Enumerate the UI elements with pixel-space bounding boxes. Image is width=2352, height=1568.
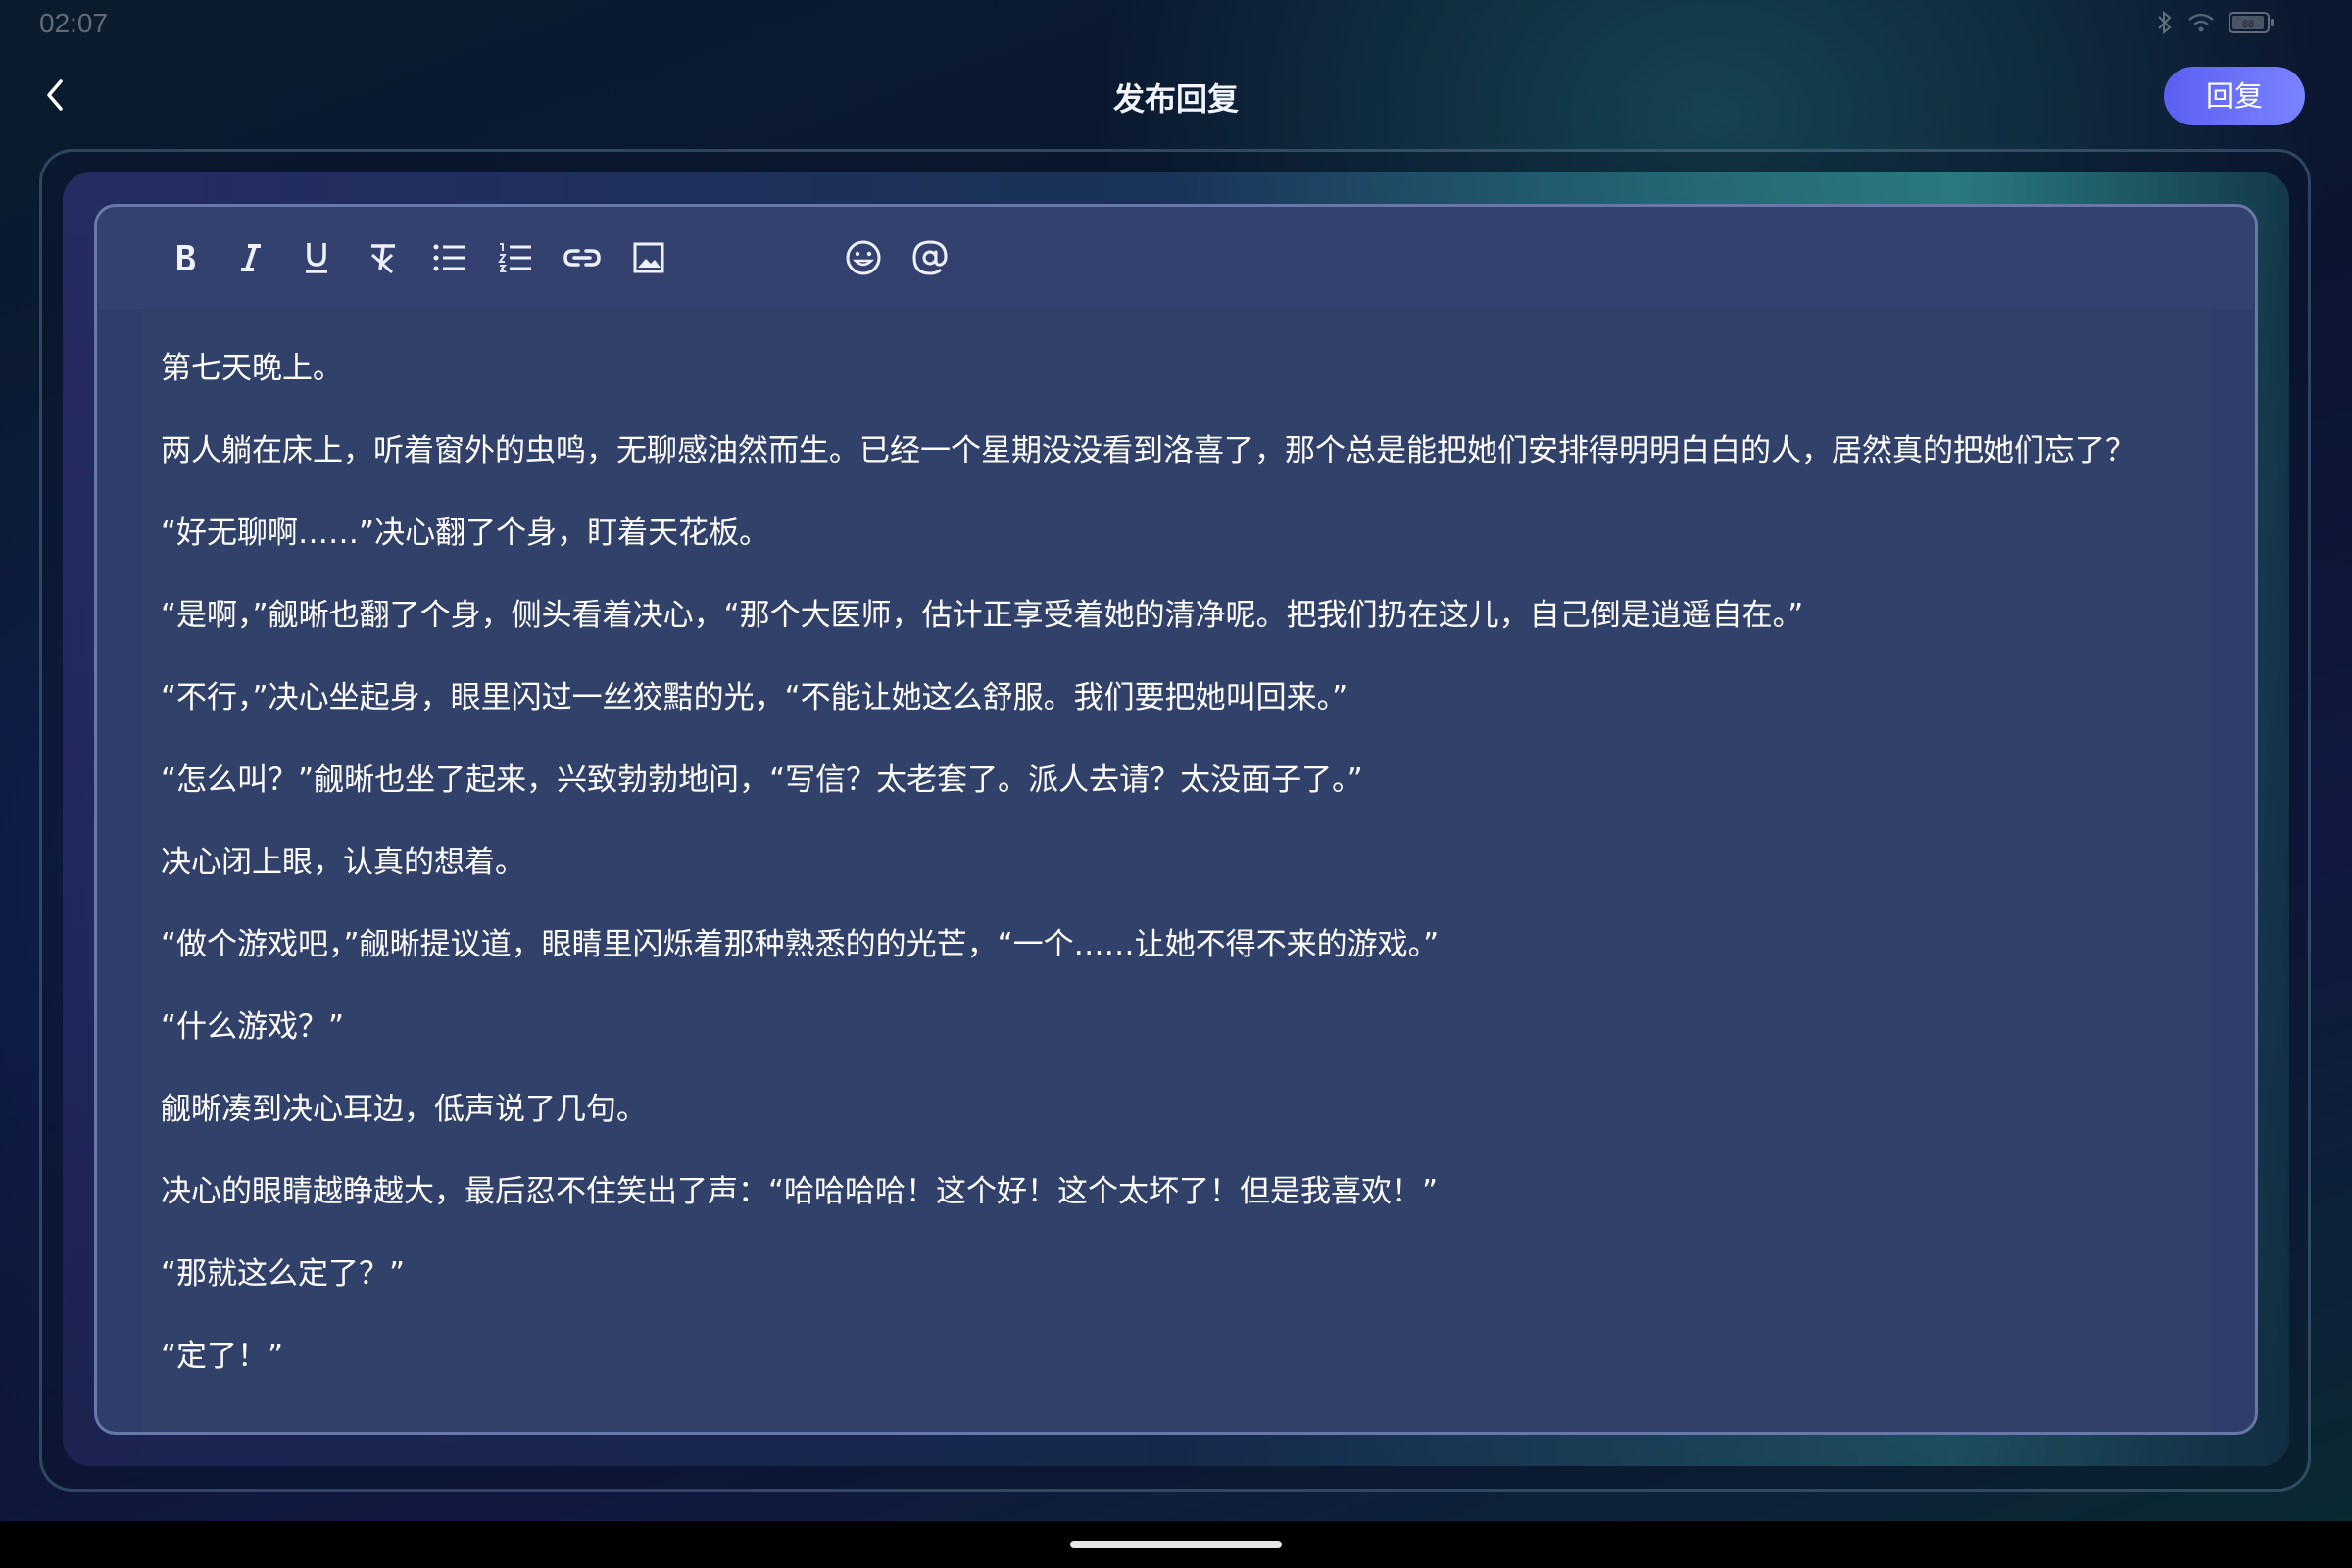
reply-button[interactable]: 回复	[2164, 67, 2305, 125]
editor-text-area[interactable]: 第七天晚上。 两人躺在床上，听着窗外的虫鸣，无聊感油然而生。已经一个星期没没看到…	[142, 309, 2212, 1432]
format-toolbar	[97, 207, 2255, 309]
paragraph: 觎晰凑到决心耳边，低声说了几句。	[161, 1092, 647, 1127]
status-bar: 02:07 88	[0, 0, 2352, 49]
wifi-icon	[2187, 12, 2215, 33]
numbered-list-icon	[498, 241, 533, 274]
emoji-icon	[845, 239, 882, 276]
paragraph: “怎么叫？”觎晰也坐了起来，兴致勃勃地问，“写信？太老套了。派人去请？太没面子了…	[161, 762, 1363, 798]
clear-format-button[interactable]	[360, 234, 407, 281]
battery-icon: 88	[2229, 11, 2276, 34]
emoji-button[interactable]	[840, 234, 887, 281]
underline-icon	[302, 240, 331, 275]
paragraph: “好无聊啊……”决心翻了个身，盯着天花板。	[161, 515, 770, 551]
paragraph: “定了！”	[161, 1339, 284, 1374]
paragraph: “是啊，”觎晰也翻了个身，侧头看着决心，“那个大医师，估计正享受着她的清净呢。把…	[161, 598, 1804, 633]
at-sign-icon	[911, 239, 949, 276]
paragraph: “什么游戏？”	[161, 1009, 345, 1045]
image-button[interactable]	[625, 234, 672, 281]
bluetooth-icon	[2156, 10, 2174, 35]
status-icons: 88	[2156, 10, 2276, 35]
italic-icon	[236, 241, 266, 274]
paragraph: 两人躺在床上，听着窗外的虫鸣，无聊感油然而生。已经一个星期没没看到洛喜了，那个总…	[161, 433, 2135, 468]
bold-button[interactable]	[162, 234, 209, 281]
bold-icon	[171, 241, 200, 274]
home-indicator[interactable]	[1070, 1541, 1282, 1548]
numbered-list-button[interactable]	[492, 234, 539, 281]
paragraph: “做个游戏吧，”觎晰提议道，眼睛里闪烁着那种熟悉的的光芒，“一个……让她不得不来…	[161, 927, 1440, 962]
status-time: 02:07	[39, 8, 109, 38]
bullet-list-icon	[432, 242, 467, 273]
paragraph: “不行，”决心坐起身，眼里闪过一丝狡黠的光，“不能让她这么舒服。我们要把她叫回来…	[161, 680, 1348, 715]
bullet-list-button[interactable]	[426, 234, 473, 281]
underline-button[interactable]	[293, 234, 340, 281]
mention-button[interactable]	[906, 234, 954, 281]
page-title: 发布回复	[1112, 80, 1239, 118]
link-button[interactable]	[559, 234, 606, 281]
clear-format-icon	[367, 241, 400, 274]
paragraph: “那就这么定了？”	[161, 1256, 406, 1292]
italic-button[interactable]	[227, 234, 274, 281]
header: 发布回复 回复	[0, 59, 2352, 137]
battery-level: 88	[2242, 19, 2254, 30]
paragraph: 第七天晚上。	[161, 351, 343, 386]
reply-editor: 第七天晚上。 两人躺在床上，听着窗外的虫鸣，无聊感油然而生。已经一个星期没没看到…	[94, 204, 2258, 1435]
image-icon	[632, 241, 665, 274]
paragraph: 决心的眼睛越睁越大，最后忍不住笑出了声：“哈哈哈哈！这个好！这个太坏了！但是我喜…	[161, 1174, 1439, 1209]
paragraph: 决心闭上眼，认真的想着。	[161, 845, 525, 880]
link-icon	[563, 246, 602, 270]
navigation-bar	[0, 1521, 2352, 1568]
